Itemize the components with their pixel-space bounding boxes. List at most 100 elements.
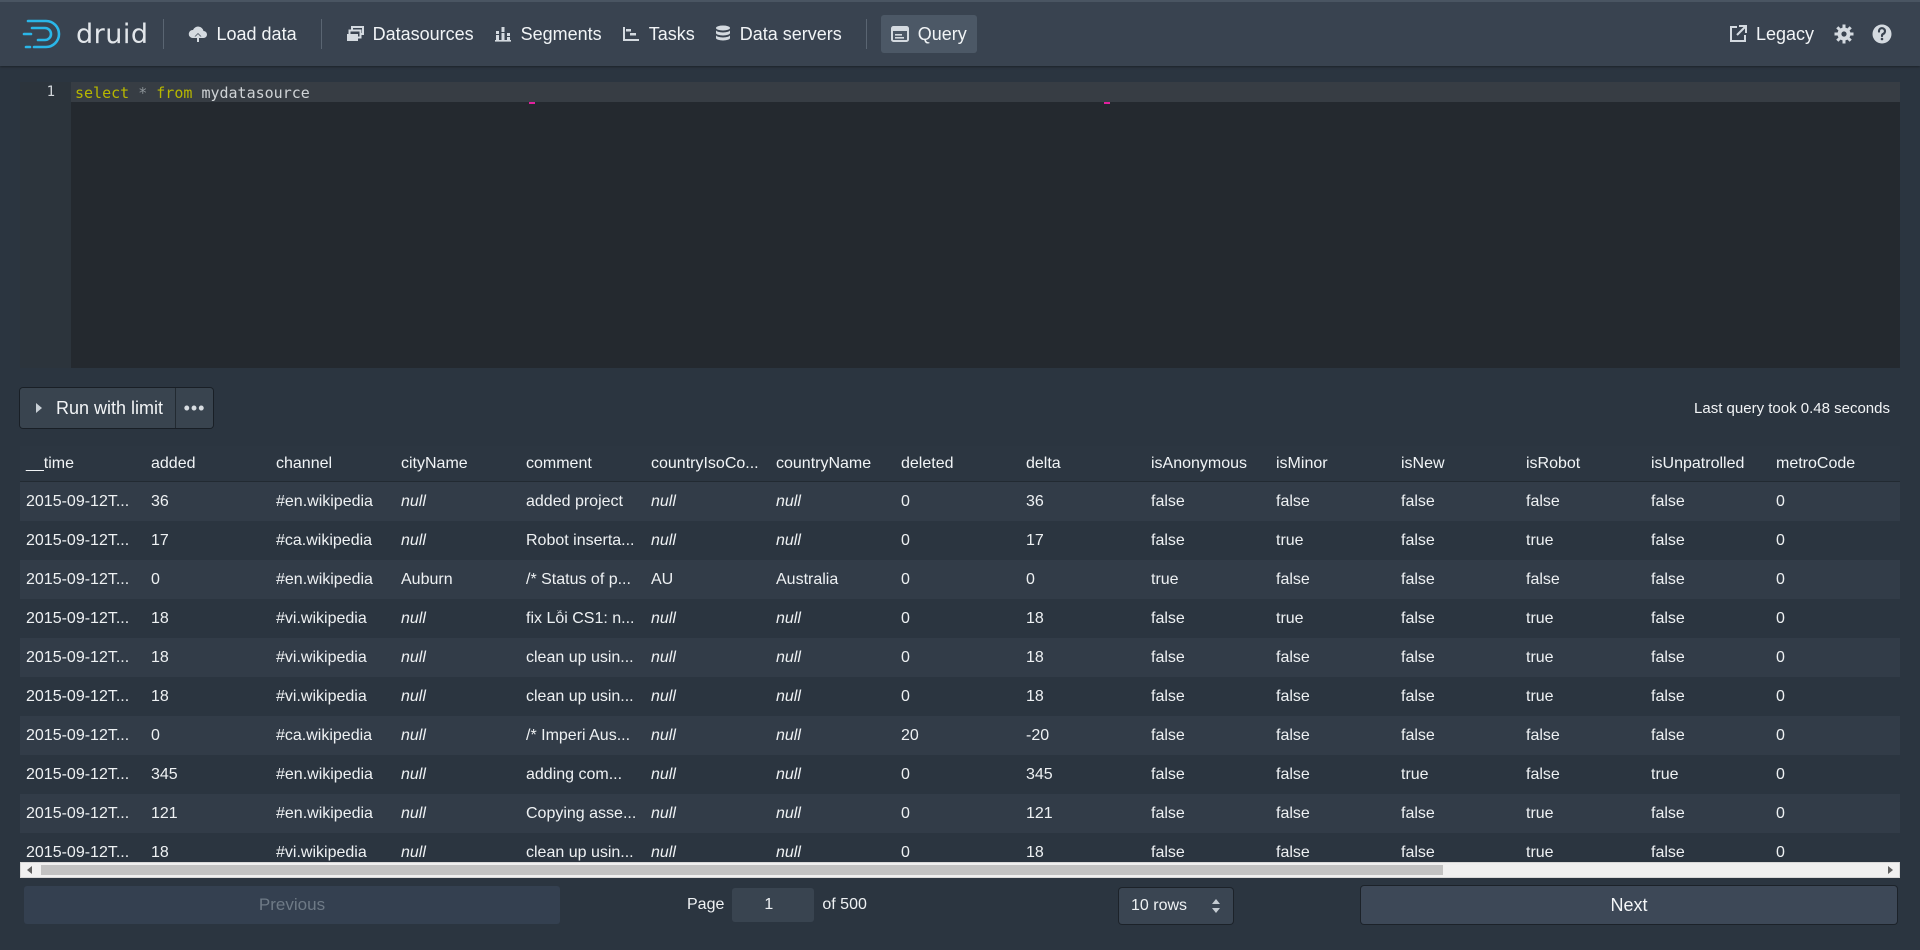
table-cell: true xyxy=(1526,843,1554,861)
table-cell: 2015-09-12T... xyxy=(26,531,130,549)
column-header[interactable]: isMinor xyxy=(1270,455,1395,473)
scrollbar-thumb[interactable] xyxy=(41,865,1443,875)
previous-button[interactable]: Previous xyxy=(24,886,560,924)
table-cell: null xyxy=(651,531,676,549)
sql-operator-star: * xyxy=(138,84,148,102)
table-cell: 17 xyxy=(151,531,169,549)
table-cell: null xyxy=(776,531,801,549)
table-cell: #vi.wikipedia xyxy=(276,843,367,861)
table-cell: adding com... xyxy=(526,765,623,783)
nav-datasources-label: Datasources xyxy=(372,23,474,44)
table-cell: false xyxy=(1276,687,1310,705)
table-cell: null xyxy=(401,726,426,744)
settings-button[interactable] xyxy=(1826,16,1862,52)
nav-tasks[interactable]: Tasks xyxy=(612,15,705,53)
help-button[interactable] xyxy=(1864,16,1900,52)
table-row: 2015-09-12T... 121 #en.wikipedia null Copyin… xyxy=(20,794,1900,833)
table-cell: Copying asse... xyxy=(526,804,637,822)
sql-code-line[interactable]: select * from mydatasource xyxy=(75,84,310,102)
nav-right-group: Legacy xyxy=(1719,15,1900,53)
nav-segments[interactable]: Segments xyxy=(484,15,612,53)
table-cell: false xyxy=(1151,804,1185,822)
column-header[interactable]: isAnonymous xyxy=(1145,455,1270,473)
table-cell: null xyxy=(776,843,801,861)
nav-load-data[interactable]: Load data xyxy=(178,15,307,53)
table-cell: 2015-09-12T... xyxy=(26,648,130,666)
line-number: 1 xyxy=(46,84,55,100)
table-cell: true xyxy=(1276,609,1304,627)
horizontal-scrollbar[interactable] xyxy=(20,862,1900,878)
pagination-bar: Previous Page 1 of 500 10 rows Next xyxy=(20,886,1900,926)
table-cell: true xyxy=(1526,687,1554,705)
table-cell: 2015-09-12T... xyxy=(26,687,130,705)
table-cell: -20 xyxy=(1026,726,1050,744)
nav-datasources[interactable]: Datasources xyxy=(336,15,484,53)
column-header[interactable]: isUnpatrolled xyxy=(1645,455,1770,473)
table-cell: 0 xyxy=(1776,648,1785,666)
table-cell: 2015-09-12T... xyxy=(26,843,130,861)
page-number-input[interactable]: 1 xyxy=(732,888,815,922)
gantt-chart-icon xyxy=(622,27,639,41)
table-row: 2015-09-12T... 345 #en.wikipedia null adding… xyxy=(20,755,1900,794)
table-cell: true xyxy=(1651,765,1679,783)
nav-data-servers[interactable]: Data servers xyxy=(705,15,852,53)
nav-tasks-label: Tasks xyxy=(648,23,695,44)
table-cell: false xyxy=(1151,648,1185,666)
column-header[interactable]: countryIsoCo... xyxy=(645,455,770,473)
table-cell: true xyxy=(1526,531,1554,549)
table-cell: false xyxy=(1401,687,1435,705)
legacy-link[interactable]: Legacy xyxy=(1719,15,1824,53)
druid-logo[interactable]: druid xyxy=(22,14,149,54)
rows-per-page-select[interactable]: 10 rows xyxy=(1119,888,1233,924)
table-cell: null xyxy=(776,726,801,744)
table-cell: null xyxy=(651,726,676,744)
table-cell: 345 xyxy=(151,765,178,783)
table-cell: #vi.wikipedia xyxy=(276,609,367,627)
column-header[interactable]: delta xyxy=(1020,455,1145,473)
table-cell: false xyxy=(1401,804,1435,822)
table-cell: #ca.wikipedia xyxy=(276,531,373,549)
more-options-button[interactable]: ••• xyxy=(175,388,214,428)
next-button[interactable]: Next xyxy=(1361,886,1897,924)
run-with-limit-label: Run with limit xyxy=(56,397,164,418)
column-header[interactable]: countryName xyxy=(770,455,895,473)
double-caret-icon xyxy=(1212,899,1220,913)
page-total-label: of 500 xyxy=(822,896,867,913)
table-cell: #ca.wikipedia xyxy=(276,726,373,744)
column-header[interactable]: deleted xyxy=(895,455,1020,473)
table-cell: null xyxy=(401,765,426,783)
table-cell: true xyxy=(1276,531,1304,549)
table-cell: false xyxy=(1651,531,1685,549)
table-cell: 0 xyxy=(1776,570,1785,588)
table-cell: true xyxy=(1526,648,1554,666)
table-cell: false xyxy=(1651,726,1685,744)
table-cell: /* Status of p... xyxy=(526,570,631,588)
table-cell: null xyxy=(401,609,426,627)
run-with-limit-button[interactable]: Run with limit xyxy=(20,388,176,428)
table-cell: null xyxy=(651,687,676,705)
column-header[interactable]: __time xyxy=(20,455,145,473)
column-header[interactable]: channel xyxy=(270,455,395,473)
column-header[interactable]: cityName xyxy=(395,455,520,473)
scroll-right-icon[interactable] xyxy=(1888,866,1893,874)
column-header[interactable]: comment xyxy=(520,455,645,473)
table-cell: null xyxy=(401,804,426,822)
table-cell: false xyxy=(1651,804,1685,822)
scroll-left-icon[interactable] xyxy=(27,866,32,874)
table-cell: false xyxy=(1276,492,1310,510)
column-header[interactable]: metroCode xyxy=(1770,455,1895,473)
table-cell: 2015-09-12T... xyxy=(26,765,130,783)
sql-editor[interactable]: 1 select * from mydatasource xyxy=(20,82,1900,368)
nav-query[interactable]: Query xyxy=(880,15,977,53)
table-cell: false xyxy=(1401,531,1435,549)
table-cell: 18 xyxy=(151,648,169,666)
column-header[interactable]: added xyxy=(145,455,270,473)
column-header[interactable]: isRobot xyxy=(1520,455,1645,473)
table-row: 2015-09-12T... 36 #en.wikipedia null added p… xyxy=(20,482,1900,521)
column-header[interactable]: isNew xyxy=(1395,455,1520,473)
table-cell: Robot inserta... xyxy=(526,531,635,549)
help-icon xyxy=(1872,24,1892,44)
table-cell: 0 xyxy=(901,570,910,588)
table-cell: 0 xyxy=(151,570,160,588)
table-cell: Australia xyxy=(776,570,839,588)
